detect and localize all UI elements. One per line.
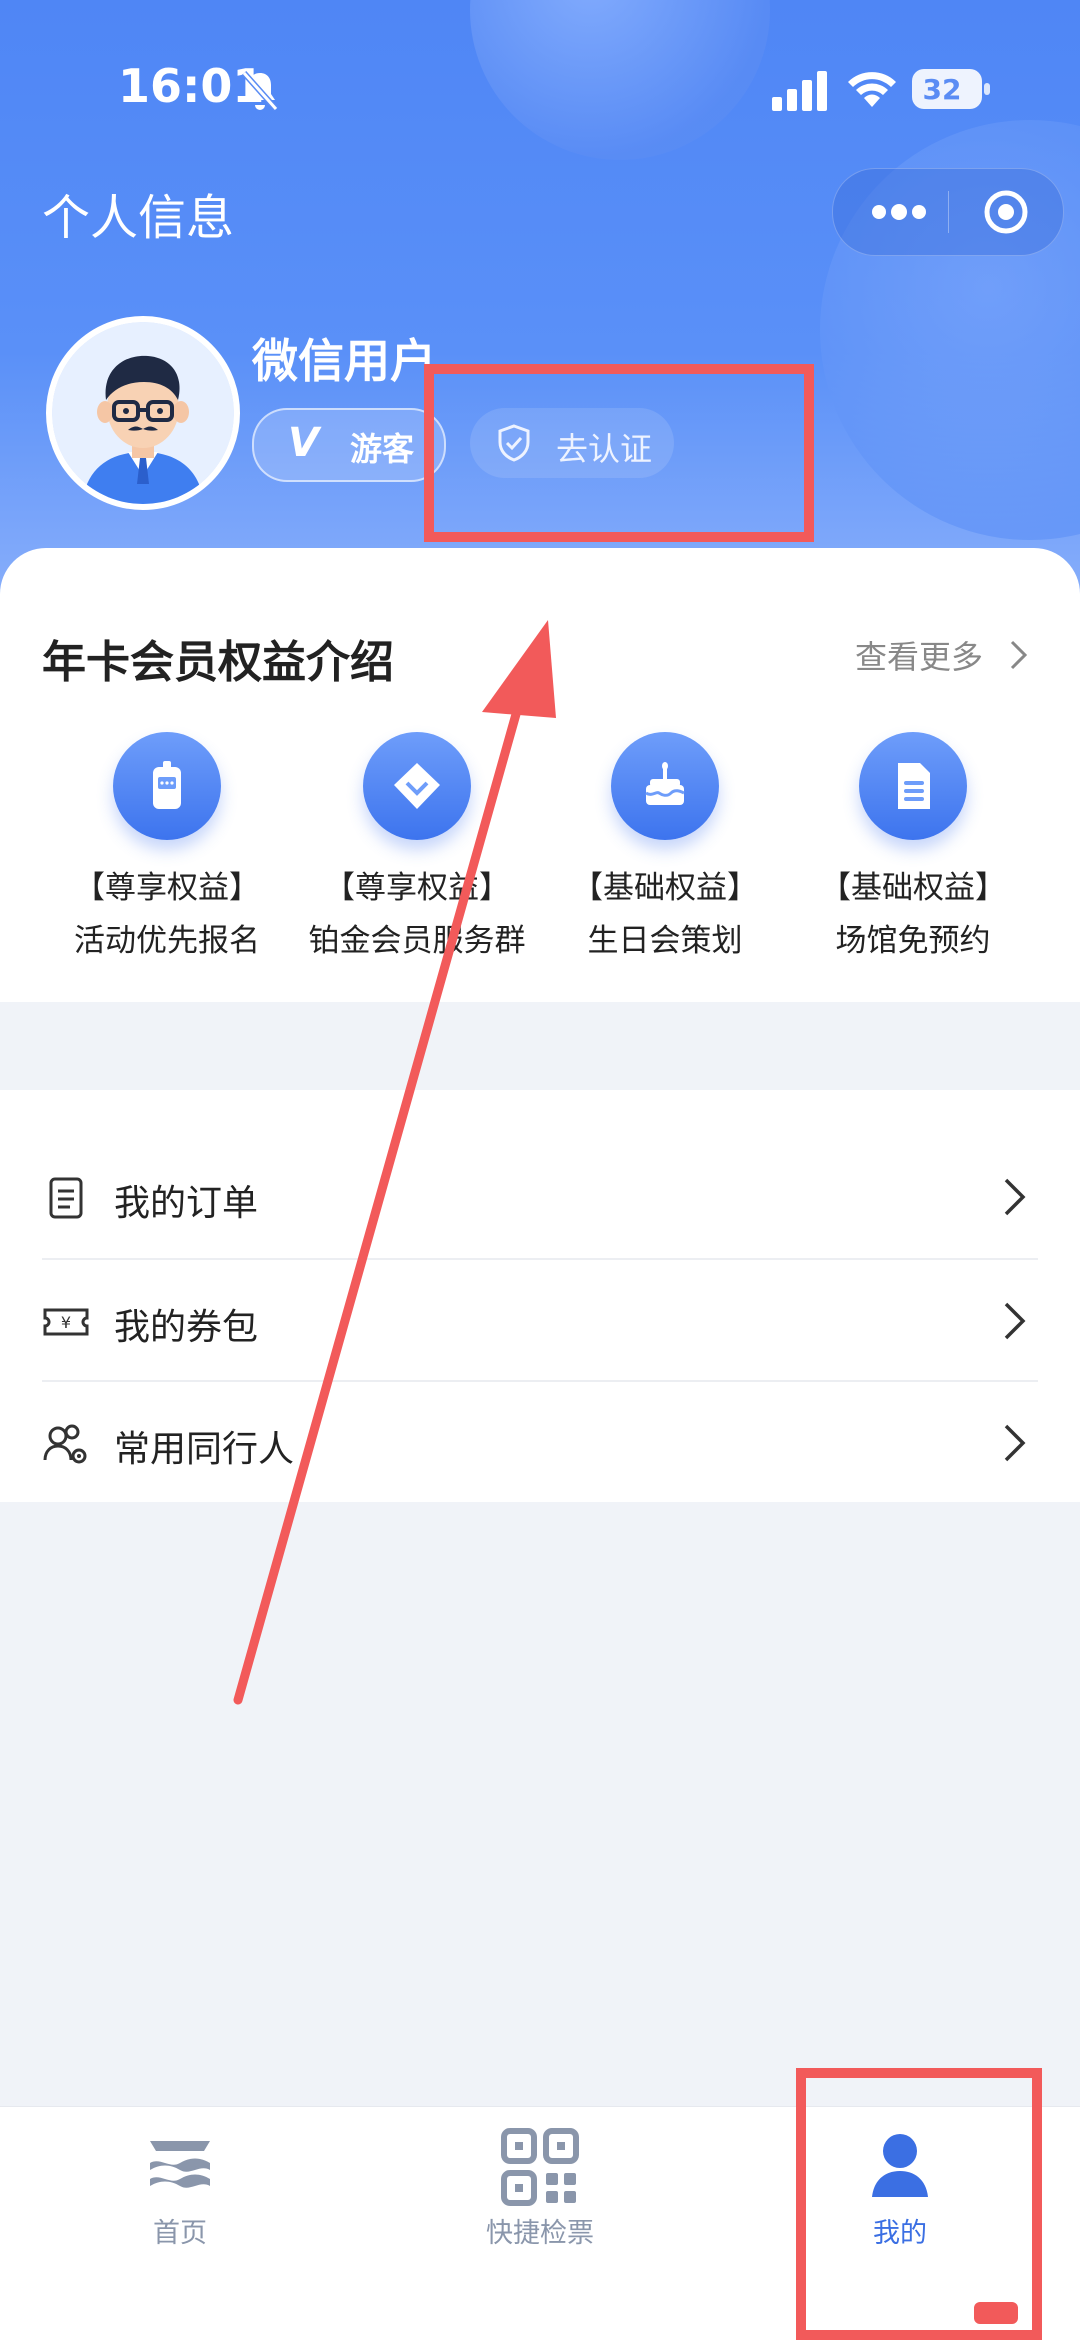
coupon-icon: ¥ — [43, 1308, 89, 1336]
close-target-icon[interactable] — [983, 189, 1029, 235]
tab-label: 快捷检票 — [486, 2218, 594, 2249]
menu-item-companions[interactable]: 常用同行人 — [42, 1380, 1038, 1504]
battery-level: 32 — [922, 73, 962, 106]
tab-quick-check[interactable]: 快捷检票 — [420, 2127, 660, 2250]
svg-text:¥: ¥ — [61, 1313, 71, 1332]
diamond-icon — [363, 732, 471, 840]
chevron-right-icon — [1004, 1302, 1026, 1340]
benefit-name: 场馆免预约 — [835, 923, 991, 959]
username: 微信用户 — [252, 334, 436, 388]
companions-icon — [43, 1424, 87, 1464]
annotation-marker — [974, 2302, 1018, 2324]
cartoon-avatar-icon — [52, 322, 234, 504]
benefit-tag: 【尊享权益】 — [74, 870, 260, 906]
cake-icon — [611, 732, 719, 840]
status-bar: 16:01 32 — [0, 55, 1080, 125]
benefit-name: 生日会策划 — [587, 923, 743, 959]
more-dots-icon[interactable] — [869, 197, 929, 227]
device-icon — [113, 732, 221, 840]
chevron-right-icon[interactable] — [1008, 638, 1030, 672]
tab-label: 首页 — [153, 2218, 207, 2249]
battery-tip — [984, 83, 990, 95]
benefits-title: 年卡会员权益介绍 — [42, 637, 394, 688]
benefits-card: 年卡会员权益介绍 查看更多 【尊享权益】 活动优先报名 【尊享权益】 铂金会员服… — [0, 548, 1080, 1002]
wifi-icon — [848, 72, 896, 107]
benefit-tag: 【基础权益】 — [820, 870, 1006, 906]
signal-icon — [772, 71, 827, 111]
benefit-tag: 【基础权益】 — [572, 870, 758, 906]
menu-item-label: 我的券包 — [114, 1307, 259, 1348]
benefit-name: 活动优先报名 — [74, 923, 260, 959]
mute-bell-icon — [241, 71, 279, 111]
qr-code-icon — [501, 2128, 579, 2206]
annotation-box-mine-tab — [796, 2068, 1042, 2340]
benefit-item[interactable]: 【尊享权益】 活动优先报名 — [42, 732, 292, 960]
guest-label: 游客 — [350, 430, 415, 468]
miniprogram-capsule — [832, 168, 1064, 256]
chevron-right-icon — [1004, 1178, 1026, 1216]
benefit-name: 铂金会员服务群 — [308, 923, 526, 959]
order-list-icon — [49, 1177, 83, 1219]
chevron-right-icon — [1004, 1424, 1026, 1462]
benefit-item[interactable]: 【基础权益】 场馆免预约 — [788, 732, 1038, 960]
menu-list: 我的订单 ¥ 我的券包 常用同行人 — [0, 1090, 1080, 1502]
battery-indicator: 32 — [912, 69, 990, 109]
menu-item-orders[interactable]: 我的订单 — [42, 1136, 1038, 1258]
annotation-box-verify — [424, 364, 814, 542]
capsule-divider — [948, 191, 949, 233]
document-icon — [859, 732, 967, 840]
benefit-item[interactable]: 【基础权益】 生日会策划 — [540, 732, 790, 960]
vip-v-icon: V — [288, 420, 319, 466]
page-title: 个人信息 — [42, 190, 235, 246]
avatar[interactable] — [46, 316, 240, 510]
tab-home[interactable]: 首页 — [60, 2127, 300, 2250]
menu-item-label: 常用同行人 — [114, 1429, 295, 1470]
benefit-tag: 【尊享权益】 — [324, 870, 510, 906]
guest-badge: V 游客 — [252, 408, 446, 482]
menu-item-label: 我的订单 — [114, 1183, 259, 1224]
benefit-item[interactable]: 【尊享权益】 铂金会员服务群 — [292, 732, 542, 960]
view-more-link[interactable]: 查看更多 — [855, 632, 983, 678]
menu-item-coupons[interactable]: ¥ 我的券包 — [42, 1258, 1038, 1382]
home-waves-icon — [150, 2141, 210, 2188]
